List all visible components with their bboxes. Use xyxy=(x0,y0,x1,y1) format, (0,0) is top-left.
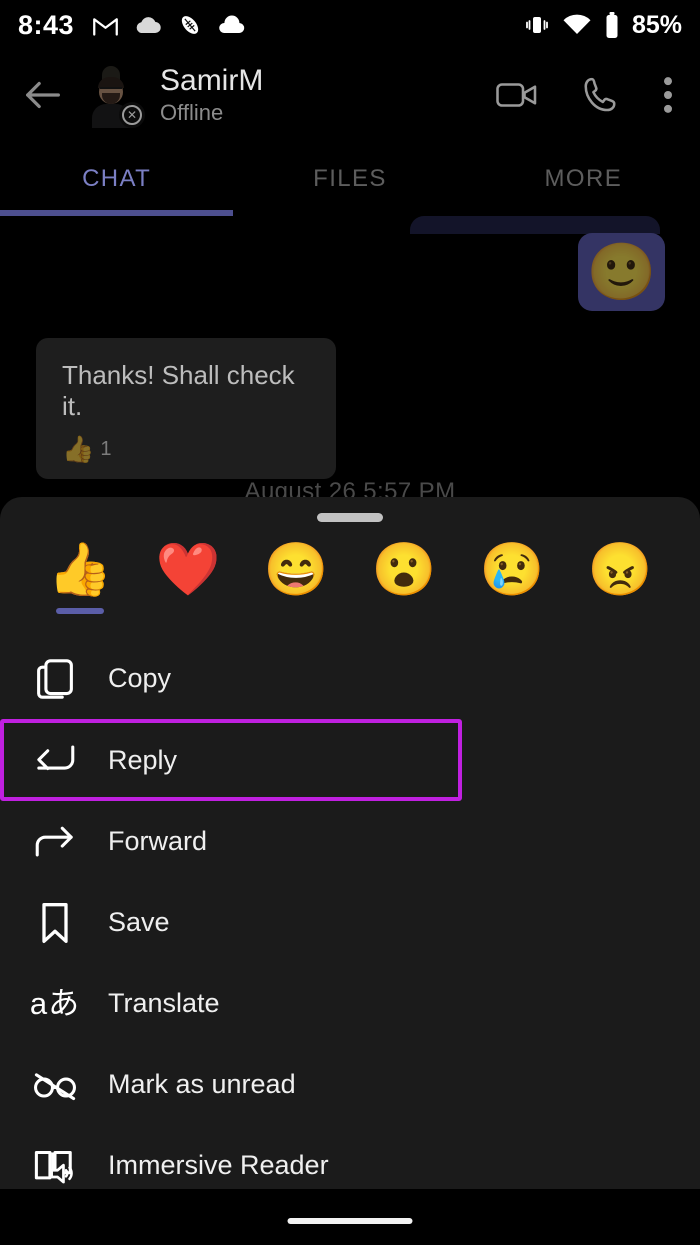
reply-arrow-icon xyxy=(24,743,86,777)
tab-more[interactable]: MORE xyxy=(467,148,700,210)
reaction-heart[interactable]: ❤️ xyxy=(151,544,225,614)
reaction-angry[interactable]: 😠 xyxy=(583,544,657,614)
menu-item-mark-unread[interactable]: Mark as unread xyxy=(0,1044,700,1125)
incoming-message-bubble[interactable]: Thanks! Shall check it. 👍 1 xyxy=(36,338,336,480)
chat-header: ✕ SamirM Offline xyxy=(0,50,700,140)
offline-badge-icon: ✕ xyxy=(119,102,145,128)
copy-icon xyxy=(24,657,86,701)
menu-item-label: Mark as unread xyxy=(108,1069,296,1099)
gmail-icon xyxy=(92,12,119,39)
reaction-thumbsup[interactable]: 👍 xyxy=(43,544,117,614)
message-actions-bottom-sheet: 👍 ❤️ 😄 😮 😢 😠 Copy Reply Forward Save aあ … xyxy=(0,497,700,1245)
message-reaction-count: 1 xyxy=(100,438,112,461)
tab-bar: CHAT FILES MORE xyxy=(0,148,700,210)
cloud-icon xyxy=(133,14,163,36)
video-camera-icon[interactable] xyxy=(496,80,538,110)
incoming-message-text: Thanks! Shall check it. xyxy=(62,360,295,422)
message-list: 🙂 Thanks! Shall check it. 👍 1 August 26 … xyxy=(0,216,700,498)
status-bar-notification-icons xyxy=(92,12,247,39)
outgoing-emoji-message[interactable]: 🙂 xyxy=(578,233,665,311)
surprised-icon: 😮 xyxy=(371,541,437,599)
peer-name: SamirM xyxy=(160,64,264,97)
thumbsup-icon: 👍 xyxy=(47,541,113,599)
action-menu: Copy Reply Forward Save aあ Translate Mar… xyxy=(0,638,700,1206)
peer-info: SamirM Offline xyxy=(160,64,263,126)
menu-item-label: Forward xyxy=(108,826,208,856)
translate-icon: aあ xyxy=(29,986,81,1021)
quick-reaction-row: 👍 ❤️ 😄 😮 😢 😠 xyxy=(0,522,700,614)
menu-item-copy[interactable]: Copy xyxy=(0,638,700,719)
menu-item-label: Translate xyxy=(108,988,220,1018)
battery-icon xyxy=(604,11,620,39)
menu-item-label: Immersive Reader xyxy=(108,1150,329,1180)
wifi-icon xyxy=(562,13,592,37)
mark-unread-icon xyxy=(24,1068,86,1102)
home-gesture-pill[interactable] xyxy=(287,1218,413,1224)
more-vertical-icon[interactable] xyxy=(662,75,674,115)
message-timestamp: August 26 5:57 PM xyxy=(244,478,456,498)
tab-files[interactable]: FILES xyxy=(233,148,466,210)
battery-percentage: 85% xyxy=(631,10,682,39)
phone-icon[interactable] xyxy=(582,76,618,114)
heart-icon: ❤️ xyxy=(155,541,221,599)
message-reaction-pill[interactable]: 👍 1 xyxy=(62,434,310,465)
menu-item-reply[interactable]: Reply xyxy=(0,719,462,801)
reaction-sad[interactable]: 😢 xyxy=(475,544,549,614)
system-navigation-bar xyxy=(0,1189,700,1245)
angry-icon: 😠 xyxy=(587,541,653,599)
reaction-laugh[interactable]: 😄 xyxy=(259,544,333,614)
bookmark-icon xyxy=(24,901,86,945)
menu-item-save[interactable]: Save xyxy=(0,882,700,963)
football-icon xyxy=(177,12,203,38)
sad-icon: 😢 xyxy=(479,541,545,599)
forward-arrow-icon xyxy=(24,825,86,859)
tab-chat[interactable]: CHAT xyxy=(0,148,233,210)
peer-presence-status: Offline xyxy=(160,100,224,125)
reaction-surprised[interactable]: 😮 xyxy=(367,544,441,614)
outgoing-emoji: 🙂 xyxy=(586,240,657,303)
back-arrow-icon[interactable] xyxy=(20,72,66,118)
menu-item-label: Reply xyxy=(108,744,178,775)
menu-item-label: Save xyxy=(108,907,170,937)
sheet-drag-handle[interactable] xyxy=(317,513,383,522)
immersive-reader-icon xyxy=(24,1146,86,1186)
menu-item-label: Copy xyxy=(108,663,172,693)
reaction-selected-indicator xyxy=(56,608,104,614)
header-actions xyxy=(496,75,680,115)
status-bar-clock: 8:43 xyxy=(18,9,75,40)
status-bar: 8:43 85% xyxy=(0,0,700,50)
cloud-icon xyxy=(217,15,247,35)
avatar[interactable]: ✕ xyxy=(80,64,145,128)
status-bar-system-icons: 85% xyxy=(524,11,682,40)
phone-screen: 8:43 85% ✕ SamirM Offline CHAT FILES MOR… xyxy=(0,0,700,1245)
highlighted-message-surface xyxy=(410,216,660,234)
laugh-icon: 😄 xyxy=(263,541,329,599)
menu-item-translate[interactable]: aあ Translate xyxy=(0,963,700,1044)
vibrate-icon xyxy=(524,12,550,38)
menu-item-forward[interactable]: Forward xyxy=(0,801,700,882)
message-reaction-emoji: 👍 xyxy=(62,434,95,465)
